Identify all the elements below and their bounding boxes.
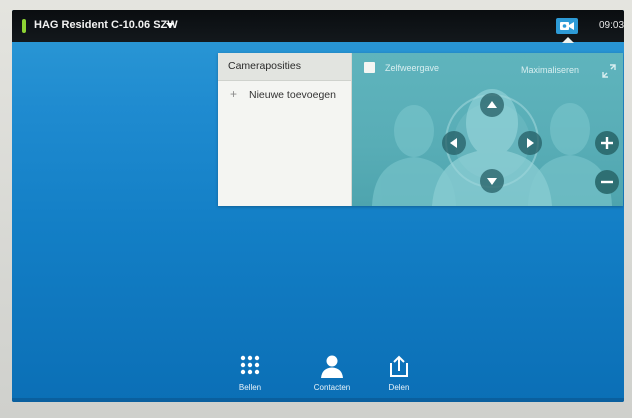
contacts-button[interactable]: Contacten [302,350,362,400]
pan-up-button[interactable] [480,93,504,117]
presets-header: Cameraposities [218,53,351,81]
right-arrow-icon [527,138,534,148]
bottom-bar: Bellen Contacten Delen [12,350,624,402]
status-indicator [22,19,26,33]
presets-title: Cameraposities [228,60,301,72]
add-preset-button[interactable]: + Nieuwe toevoegen [218,85,351,107]
call-label: Bellen [238,383,262,392]
touch-screen: HAG Resident C-10.06 SZW 09:03 Camerapos… [12,10,624,402]
camera-control-panel: Cameraposities + Nieuwe toevoegen Zelfwe… [218,53,623,206]
popover-pointer [562,37,574,43]
pan-left-button[interactable] [442,131,466,155]
clock: 09:03 [599,20,624,31]
camera-view: Zelfweergave Maximaliseren [352,53,623,206]
room-name[interactable]: HAG Resident C-10.06 SZW [34,19,178,31]
contacts-icon [321,355,343,378]
selfview-label[interactable]: Zelfweergave [385,63,439,73]
selfview-checkbox[interactable] [364,62,375,73]
contacts-label: Contacten [313,383,351,392]
up-arrow-icon [487,101,497,108]
plus-icon: + [230,87,238,101]
camera-control-button[interactable] [556,18,578,34]
left-arrow-icon [450,138,457,148]
down-arrow-icon [487,178,497,185]
keypad-icon [240,355,260,375]
chevron-down-icon[interactable] [166,23,174,28]
zoom-in-button[interactable] [595,131,619,155]
add-preset-label: Nieuwe toevoegen [249,89,336,101]
pan-right-button[interactable] [518,131,542,155]
share-button[interactable]: Delen [369,350,429,400]
camera-presets-list: Cameraposities + Nieuwe toevoegen [218,53,352,206]
zoom-out-button[interactable] [595,170,619,194]
zoom-out-icon [601,180,613,184]
pan-down-button[interactable] [480,169,504,193]
maximize-label[interactable]: Maximaliseren [521,65,579,75]
share-icon [390,355,408,377]
expand-icon[interactable] [602,64,616,78]
zoom-in-icon [601,137,613,149]
screen-bottom-edge [12,398,624,402]
share-label: Delen [388,383,410,392]
top-bar: HAG Resident C-10.06 SZW 09:03 [12,10,624,42]
video-camera-icon [560,22,574,30]
call-button[interactable]: Bellen [220,350,280,400]
